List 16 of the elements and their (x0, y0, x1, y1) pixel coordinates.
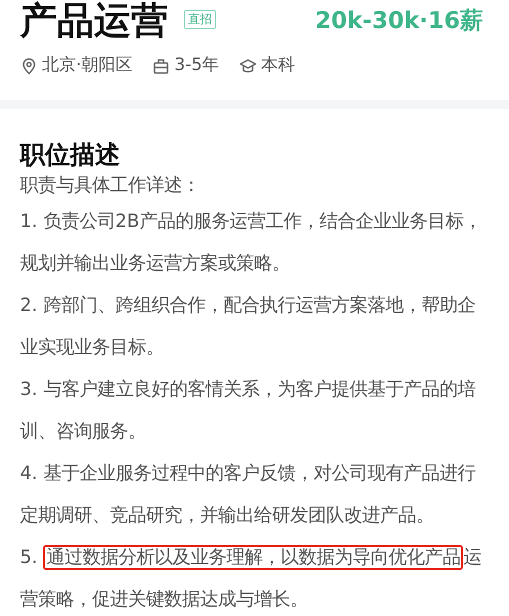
section-heading: 职位描述 (20, 141, 121, 168)
job-requirement: 北京·朝阳区 (42, 54, 132, 77)
briefcase-icon (152, 56, 170, 75)
duty-item: 5. 通过数据分析以及业务理解，以数据为导向优化产品 运营策略，促进关键数据达成与增长。 (20, 544, 482, 612)
job-requirement: 本科 (261, 54, 296, 77)
location-pin-icon (20, 56, 38, 75)
direct-hire-tag: 直招 (184, 10, 216, 29)
job-requirement: 3-5年 (174, 54, 220, 77)
duty-item: 3. 与客户建立良好的客情关系，为客户提供基于产品的培训、咨询服务。 (20, 378, 476, 444)
job-title: 产品运营 (20, 2, 168, 39)
graduation-cap-icon (239, 56, 258, 75)
intro-text: 职责与具体工作详述： (20, 174, 201, 198)
salary: 20k-30k·16薪 (315, 7, 483, 36)
duty-item: 2. 跨部门、跨组织合作，配合执行运营方案落地，帮助企业实现业务目标。 (20, 294, 476, 360)
duty-item: 4. 基于企业服务过程中的客户反馈，对公司现有产品进行定期调研、竞品研究，并输出给研发团队改进产品。 (20, 462, 476, 528)
duty-item: 1. 负责公司2B产品的服务运营工作，结合企业业务目标，规划并输出业务运营方案或策略。 (20, 210, 482, 276)
